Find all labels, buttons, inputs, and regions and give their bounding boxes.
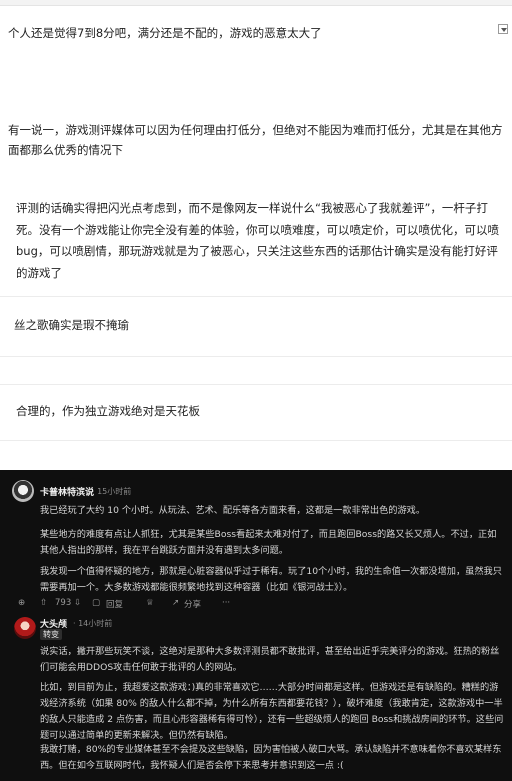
vote-count: 793 (55, 598, 72, 608)
comment-text: 评测的话确实得把闪光点考虑到，而不是像网友一样说什么“我被恶心了我就差评”，一杆… (16, 201, 499, 280)
more-options-icon[interactable]: ··· (222, 598, 230, 608)
dropdown-icon[interactable] (498, 24, 508, 34)
avatar[interactable] (12, 480, 34, 502)
username[interactable]: 卡普林特滨说 (40, 485, 94, 498)
comment-text: 合理的，作为独立游戏绝对是天花板 (16, 404, 200, 418)
top-bar (0, 0, 512, 6)
post-paragraph: 某些地方的难度有点让人抓狂，尤其是某些Boss看起来太难对付了，而且跑回Boss… (40, 529, 497, 556)
post-paragraph: 比如，到目前为止，我超爱这款游戏：)真的非常喜欢它……大部分时间都是这样。但游戏… (40, 682, 504, 741)
divider (0, 296, 512, 297)
reply-button[interactable]: 回复 (106, 598, 123, 610)
divider (0, 384, 512, 385)
comment-text: 丝之歌确实是瑕不掩瑜 (14, 318, 129, 332)
post-paragraph: 我已经玩了大约 10 个小时。从玩法、艺术、配乐等各方面来看，这都是一款非常出色… (40, 505, 426, 516)
comment-text: 个人还是觉得7到8分吧，满分还是不配的，游戏的恶意太大了 (8, 26, 322, 40)
divider (0, 356, 512, 357)
downvote-icon[interactable]: ⇩ (74, 598, 81, 608)
avatar[interactable] (14, 617, 36, 639)
share-icon[interactable]: ↗ (172, 598, 179, 608)
reply-icon[interactable]: ▢ (92, 598, 100, 608)
post-paragraph: 我发现一个值得怀疑的地方，那就是心脏容器似乎过于稀有。玩了10个小时，我的生命值… (40, 566, 502, 593)
divider (0, 440, 512, 441)
comment-text: 有一说一，游戏测评媒体可以因为任何理由打低分，但绝对不能因为难而打低分，尤其是在… (8, 123, 503, 157)
post-paragraph: 说实话，撇开那些玩笑不谈，这绝对是那种大多数评测员都不敢批评，甚至给出近乎完美评… (40, 646, 500, 673)
post-paragraph: 我敢打赌，80%的专业媒体甚至不会提及这些缺陷，因为害怕被人破口大骂。承认缺陷并… (40, 744, 502, 771)
award-icon[interactable]: ♕ (146, 598, 154, 608)
timestamp: · 15小时前 (92, 487, 132, 496)
share-button[interactable]: 分享 (184, 598, 201, 610)
comment-list: 个人还是觉得7到8分吧，满分还是不配的，游戏的恶意太大了 有一说一，游戏测评媒体… (0, 0, 512, 470)
user-flair-badge: 转变 (40, 629, 62, 640)
timestamp: · 14小时前 (73, 619, 113, 628)
expand-icon[interactable]: ⊕ (18, 598, 25, 608)
upvote-icon[interactable]: ⇧ (40, 598, 47, 608)
embedded-reddit-screenshot: 卡普林特滨说 · 15小时前 我已经玩了大约 10 个小时。从玩法、艺术、配乐等… (0, 470, 512, 781)
